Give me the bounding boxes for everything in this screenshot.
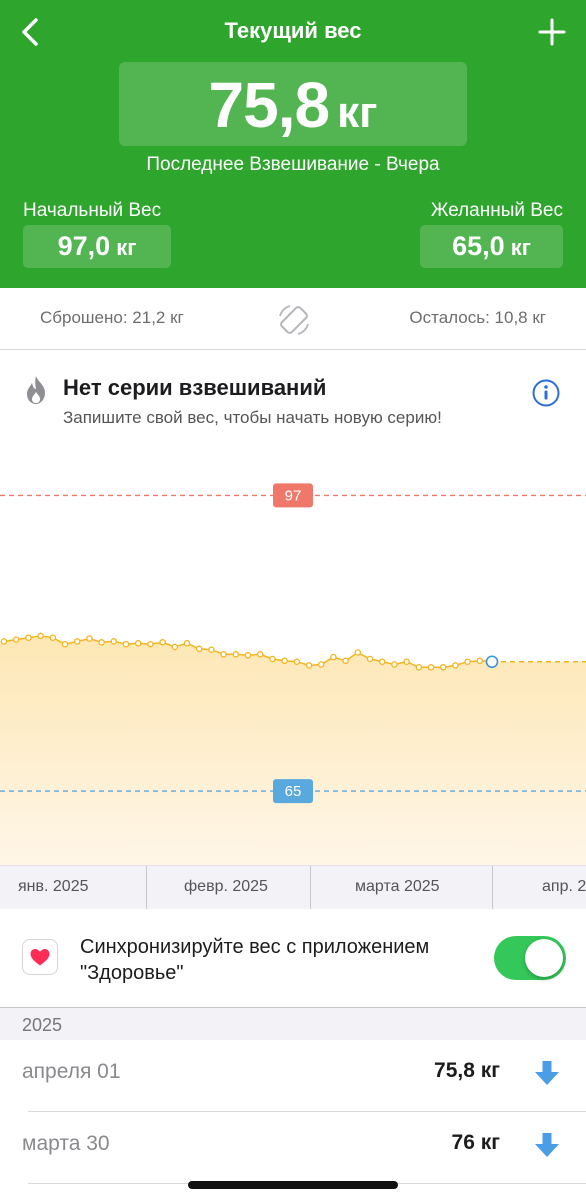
data-point (415, 664, 423, 671)
current-weight-unit: кг (337, 88, 378, 137)
entry-weight: 76 кг (451, 1131, 500, 1154)
start-weight-box[interactable]: 97,0 кг (23, 225, 171, 268)
history-entry[interactable]: апреля 01 75,8 кг (0, 1040, 586, 1112)
data-point (0, 638, 8, 645)
data-point (452, 662, 459, 669)
data-point (134, 640, 142, 647)
month-label: янв. 2025 (18, 878, 89, 895)
data-point (159, 639, 166, 646)
data-point (147, 640, 154, 648)
rotate-screen-icon[interactable] (276, 302, 312, 338)
toggle-knob (525, 939, 563, 977)
goal-weight-box[interactable]: 65,0 кг (420, 225, 563, 268)
start-weight-unit: кг (116, 235, 137, 260)
data-point (366, 655, 374, 663)
home-indicator (188, 1181, 398, 1189)
start-line-badge: 97 (273, 483, 313, 508)
last-data-point[interactable] (485, 655, 499, 669)
data-point (183, 640, 191, 647)
month-separator (310, 866, 311, 910)
data-point (195, 645, 203, 653)
data-point (86, 635, 93, 642)
month-separator (492, 866, 493, 910)
info-icon[interactable] (531, 378, 561, 408)
arrow-down-icon (535, 1133, 559, 1157)
data-point (73, 638, 81, 645)
data-point (476, 657, 484, 665)
goal-weight-unit: кг (510, 235, 531, 260)
data-point (464, 658, 471, 665)
current-weight-value: 75,8 (208, 69, 331, 141)
arrow-down-icon (535, 1061, 559, 1085)
data-point (220, 651, 227, 658)
streak-subtitle: Запишите свой вес, чтобы начать новую се… (63, 408, 442, 427)
data-point (354, 649, 362, 656)
health-sync-toggle[interactable] (494, 936, 566, 980)
entry-weight: 75,8 кг (434, 1059, 500, 1082)
data-point (256, 651, 264, 658)
health-sync-text: Синхронизируйте вес с приложением "Здоро… (80, 936, 430, 984)
page-title: Текущий вес (224, 18, 362, 43)
data-point (244, 652, 252, 659)
data-point (391, 661, 398, 668)
goal-weight-label: Желанный Вес (430, 200, 563, 221)
entry-date: марта 30 (22, 1132, 110, 1155)
data-point (171, 643, 179, 651)
last-weigh-in-text: Последнее Взвешивание - Вчера (146, 154, 440, 175)
data-point (25, 634, 32, 641)
history-entry[interactable]: марта 30 76 кг (0, 1112, 586, 1184)
data-point (439, 664, 447, 671)
data-point (49, 634, 57, 641)
year-label: 2025 (22, 1015, 63, 1035)
chart-area-fill (0, 635, 586, 865)
month-label: марта 2025 (355, 878, 440, 895)
data-point (427, 664, 435, 671)
data-point (98, 639, 105, 646)
data-point (61, 640, 69, 648)
data-point (293, 658, 301, 665)
data-point (208, 646, 215, 653)
data-point (122, 640, 130, 648)
start-weight-label: Начальный Вес (23, 200, 162, 221)
weight-chart[interactable]: 97 65 (0, 440, 586, 865)
current-weight-box: 75,8 кг (119, 62, 467, 146)
month-label: апр. 2 (542, 878, 586, 895)
lost-weight-text: Сброшено: 21,2 кг (40, 308, 184, 327)
goal-line-label: 65 (285, 783, 302, 800)
year-section-header: 2025 (0, 1007, 586, 1040)
data-point (305, 662, 313, 669)
data-point (269, 655, 276, 663)
streak-title: Нет серии взвешиваний (63, 375, 327, 400)
data-point (281, 657, 288, 665)
remaining-weight-text: Осталось: 10,8 кг (409, 308, 546, 327)
goal-weight-value: 65,0 (452, 231, 505, 261)
header: Текущий вес 75,8 кг Последнее Взвешивани… (0, 0, 586, 288)
goal-line-badge: 65 (273, 779, 313, 804)
data-point (110, 638, 118, 645)
data-point (37, 632, 44, 640)
start-line-label: 97 (285, 487, 302, 504)
add-icon[interactable] (534, 14, 570, 50)
health-app-icon (22, 939, 58, 975)
data-point (342, 657, 349, 665)
data-point (330, 653, 337, 661)
month-axis: янв. 2025 февр. 2025 марта 2025 апр. 2 (0, 865, 586, 910)
month-separator (146, 866, 147, 910)
flame-icon (27, 376, 45, 404)
data-point (317, 661, 325, 668)
data-point (232, 651, 240, 658)
data-point (378, 658, 386, 665)
entry-date: апреля 01 (22, 1060, 121, 1083)
start-weight-value: 97,0 (57, 231, 111, 261)
month-label: февр. 2025 (184, 878, 268, 895)
data-point (403, 658, 410, 665)
data-point (12, 636, 20, 643)
